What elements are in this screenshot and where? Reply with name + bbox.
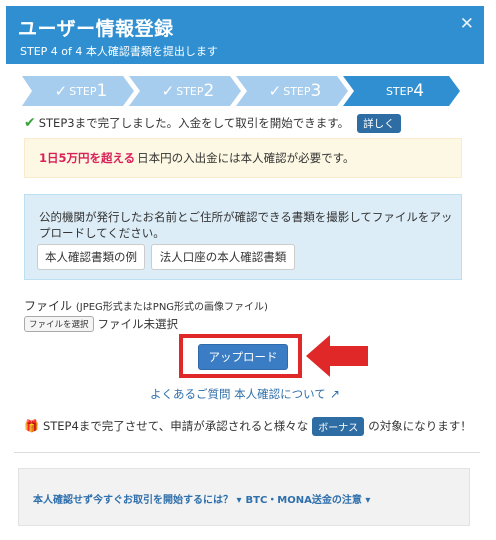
warning-text: 日本円の入出金には本人確認が必要です。 — [137, 151, 355, 165]
step-3: ✓ STEP 3 — [268, 81, 322, 101]
file-status: ファイル未選択 — [97, 317, 179, 331]
modal-header: ユーザー情報登録 STEP 4 of 4 本人確認書類を提出します ✕ — [6, 6, 484, 64]
check-icon: ✓ — [268, 82, 282, 100]
file-input-row: ファイルを選択 ファイル未選択 — [24, 316, 178, 332]
step-progress-bar: ✓ STEP 1 ✓ STEP 2 ✓ STEP 3 STEP 4 — [22, 76, 460, 106]
file-hint: (JPEG形式またはPNG形式の画像ファイル) — [75, 302, 268, 313]
faq-link[interactable]: よくあるご質問 本人確認について ↗ — [150, 386, 340, 402]
bonus-badge[interactable]: ボーナス — [312, 416, 365, 436]
check-icon: ✔ — [24, 115, 36, 131]
corporate-documents-button[interactable]: 法人口座の本人確認書類 — [151, 244, 295, 270]
details-button[interactable]: 詳しく — [357, 113, 401, 133]
check-icon: ✓ — [54, 82, 68, 100]
external-link-icon: ↗ — [329, 387, 340, 401]
promo-text-before: STEP4まで完了させて、申請が承認されると様々な — [42, 419, 309, 433]
limit-warning: 1日5万円を超える 日本円の入出金には本人確認が必要です。 — [24, 138, 462, 178]
completion-notice: ✔ STEP3まで完了しました。入金をして取引を開始できます。 詳しく — [24, 113, 480, 133]
document-examples-button[interactable]: 本人確認書類の例 — [37, 244, 145, 270]
modal-subtitle: STEP 4 of 4 本人確認書類を提出します — [20, 45, 218, 58]
upload-button[interactable]: アップロード — [198, 344, 288, 370]
step-1: ✓ STEP 1 — [54, 81, 108, 101]
pointer-arrow-icon — [306, 335, 368, 377]
close-icon[interactable]: ✕ — [460, 14, 474, 34]
document-info-box: 公的機関が発行したお名前とご住所が確認できる書類を撮影してファイルをアップロード… — [24, 194, 462, 280]
warning-emphasis: 1日5万円を超える — [39, 151, 136, 165]
bonus-promo: 🎁 STEP4まで完了させて、申請が承認されると様々な ボーナス の対象になりま… — [24, 416, 480, 436]
check-icon: ✓ — [161, 82, 175, 100]
info-text: 公的機関が発行したお名前とご住所が確認できる書類を撮影してファイルをアップロード… — [39, 210, 453, 240]
gift-icon: 🎁 — [24, 419, 39, 433]
btc-mona-notice-link[interactable]: BTC・MONA送金の注意 ▾ — [246, 491, 371, 506]
notice-text: STEP3まで完了しました。入金をして取引を開始できます。 — [38, 116, 350, 130]
divider — [14, 452, 480, 453]
step-2: ✓ STEP 2 — [161, 81, 215, 101]
file-label: ファイル (JPEG形式またはPNG形式の画像ファイル) — [24, 299, 268, 313]
footer-links-box: 本人確認せず今すぐお取引を開始するには？ ▾ BTC・MONA送金の注意 ▾ — [18, 468, 470, 526]
step-4: STEP 4 — [385, 81, 425, 101]
start-without-verification-link[interactable]: 本人確認せず今すぐお取引を開始するには？ ▾ — [33, 491, 242, 506]
promo-text-after: の対象になります！ — [368, 419, 472, 433]
modal-title: ユーザー情報登録 — [18, 18, 174, 40]
choose-file-button[interactable]: ファイルを選択 — [24, 316, 94, 332]
